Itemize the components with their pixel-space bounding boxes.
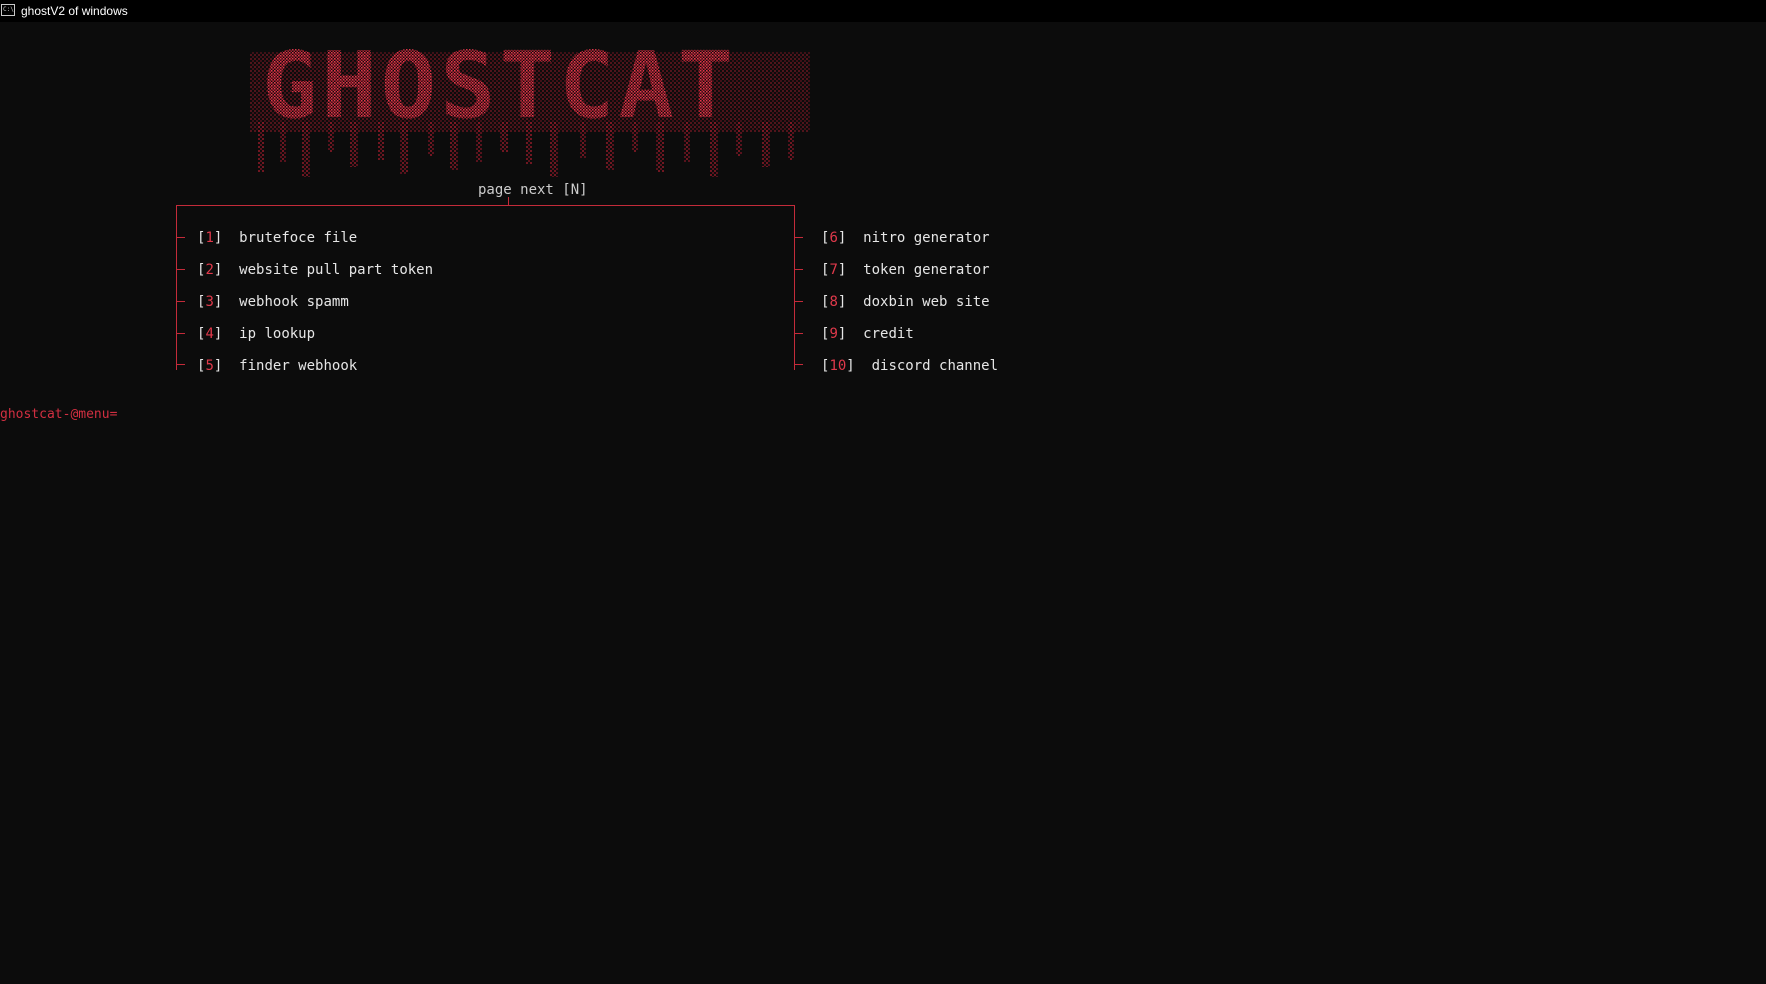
window-title: ghostV2 of windows bbox=[21, 4, 128, 18]
menu-item-label: token generator bbox=[863, 262, 990, 278]
menu-item-label: credit bbox=[863, 326, 914, 342]
ghostcat-logo: GHOSTCAT bbox=[250, 32, 810, 177]
menu-item-label: webhook spamm bbox=[239, 294, 349, 310]
box-left-border bbox=[176, 205, 177, 370]
left-tick bbox=[177, 364, 185, 365]
right-tick bbox=[795, 364, 803, 365]
menu-item-credit[interactable]: [9] credit bbox=[821, 324, 914, 344]
left-tick bbox=[177, 333, 185, 334]
command-prompt[interactable]: ghostcat-@menu= bbox=[0, 405, 117, 425]
menu-item-number: 7 bbox=[829, 262, 838, 278]
menu-item-number: 9 bbox=[829, 326, 838, 342]
menu-item-webhook-spamm[interactable]: [3] webhook spamm bbox=[197, 292, 349, 312]
menu-item-token-generator[interactable]: [7] token generator bbox=[821, 260, 990, 280]
menu-item-label: doxbin web site bbox=[863, 294, 990, 310]
menu-item-label: discord channel bbox=[871, 358, 999, 374]
left-tick bbox=[177, 301, 185, 302]
box-right-border bbox=[794, 205, 795, 370]
menu-item-number: 8 bbox=[829, 294, 838, 310]
right-tick bbox=[795, 237, 803, 238]
menu-item-label: nitro generator bbox=[863, 230, 990, 246]
left-tick bbox=[177, 269, 185, 270]
menu-item-bruteforce-file[interactable]: [1] brutefoce file bbox=[197, 228, 357, 248]
left-tick bbox=[177, 237, 185, 238]
right-tick bbox=[795, 333, 803, 334]
page-next-label[interactable]: page next [N] bbox=[478, 181, 588, 199]
menu-item-label: brutefoce file bbox=[239, 230, 358, 246]
menu-item-label: website pull part token bbox=[239, 262, 434, 278]
menu-item-finder-webhook[interactable]: [5] finder webhook bbox=[197, 356, 357, 376]
menu-item-number: 1 bbox=[205, 230, 214, 246]
title-bar: C:\ ghostV2 of windows bbox=[0, 0, 1766, 22]
menu-item-doxbin-web-site[interactable]: [8] doxbin web site bbox=[821, 292, 990, 312]
menu-item-ip-lookup[interactable]: [4] ip lookup bbox=[197, 324, 315, 344]
menu-item-number: 5 bbox=[205, 358, 214, 374]
menu-item-number: 6 bbox=[829, 230, 838, 246]
menu-item-nitro-generator[interactable]: [6] nitro generator bbox=[821, 228, 990, 248]
cmd-icon: C:\ bbox=[1, 4, 15, 16]
menu-item-number: 10 bbox=[829, 358, 847, 374]
menu-item-website-pull-part-token[interactable]: [2] website pull part token bbox=[197, 260, 433, 280]
right-tick bbox=[795, 269, 803, 270]
menu-item-label: finder webhook bbox=[239, 358, 358, 374]
right-tick bbox=[795, 301, 803, 302]
menu-item-number: 4 bbox=[205, 326, 214, 342]
menu-item-number: 2 bbox=[205, 262, 214, 278]
menu-item-number: 3 bbox=[205, 294, 214, 310]
logo-text: GHOSTCAT bbox=[262, 32, 737, 139]
pager-connector bbox=[508, 197, 509, 206]
box-top-border bbox=[176, 205, 795, 206]
menu-item-label: ip lookup bbox=[239, 326, 316, 342]
menu-item-discord-channel[interactable]: [10] discord channel bbox=[821, 356, 998, 376]
